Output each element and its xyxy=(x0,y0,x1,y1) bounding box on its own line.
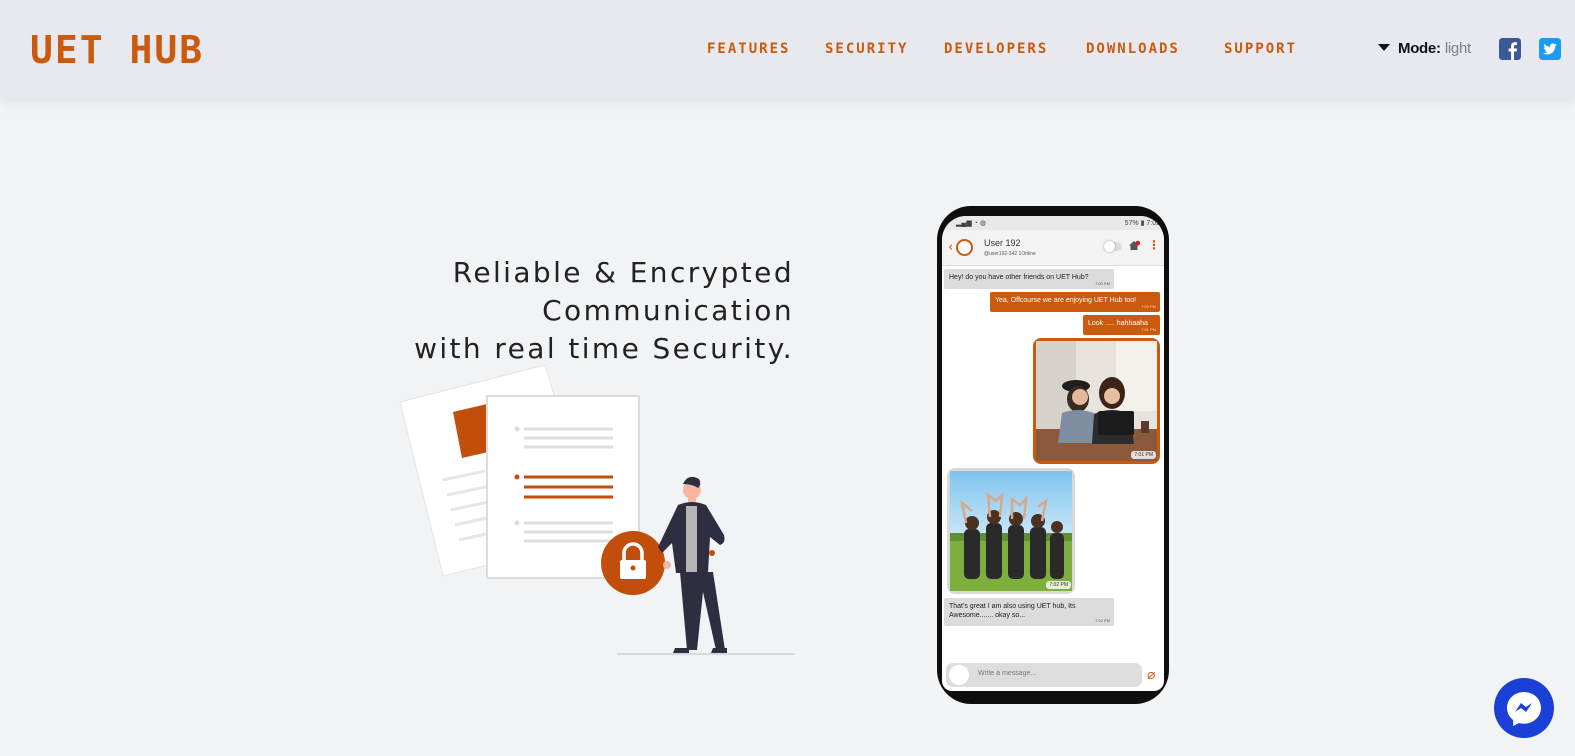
message-composer[interactable]: Write a message... xyxy=(946,663,1142,687)
more-icon[interactable]: ⋮ xyxy=(1148,239,1160,251)
photo-friends-field xyxy=(950,471,1072,591)
mode-value: light xyxy=(1444,40,1471,57)
signal-icon: ▂▄▆ ◔ ◍ xyxy=(956,220,986,227)
message-out: Look ..... hahhaaha 7:01 PM xyxy=(1083,315,1160,335)
microphone-icon[interactable] xyxy=(949,665,969,685)
home-icon[interactable] xyxy=(1128,240,1140,251)
chat-toggle[interactable] xyxy=(1104,241,1122,252)
twitter-icon[interactable] xyxy=(1539,38,1561,60)
person-figure xyxy=(658,476,727,653)
chat-header: ‹ User 192 @user192-342 1Online ⋮ xyxy=(942,230,1164,266)
nav-developers[interactable]: DEVELOPERS xyxy=(944,41,1048,57)
contact-meta: @user192-342 1Online xyxy=(984,251,1036,257)
messenger-icon xyxy=(1507,692,1541,727)
photo-timestamp: 7:02 PM xyxy=(1046,581,1071,589)
message-in: That's great I am also using UET hub, It… xyxy=(944,598,1114,626)
facebook-icon[interactable] xyxy=(1499,38,1521,60)
status-right: 57% ▮ 7:02 xyxy=(1124,220,1160,227)
chat-photo-in[interactable]: 7:02 PM xyxy=(947,468,1075,594)
messenger-chat-button[interactable] xyxy=(1494,678,1554,738)
message-in: Hey! do you have other friends on UET Hu… xyxy=(944,269,1114,289)
nav-downloads[interactable]: DOWNLOADS xyxy=(1086,41,1180,57)
back-arrow-icon[interactable]: ‹ xyxy=(948,240,953,255)
attachment-icon[interactable]: ⌀ xyxy=(1147,667,1155,683)
hero-headline: Reliable & Encrypted Communication with … xyxy=(200,254,794,368)
phone-screen: ▂▄▆ ◔ ◍ 57% ▮ 7:02 ‹ User 192 @user192-3… xyxy=(942,216,1164,691)
site-header: UET HUB FEATURES SECURITY DEVELOPERS DOW… xyxy=(0,0,1575,98)
mode-toggle[interactable]: Mode: light xyxy=(1378,40,1471,57)
composer-placeholder: Write a message... xyxy=(978,670,1037,677)
avatar[interactable] xyxy=(956,239,973,256)
brand-logo[interactable]: UET HUB xyxy=(30,28,204,72)
status-bar: ▂▄▆ ◔ ◍ 57% ▮ 7:02 xyxy=(942,216,1164,230)
nav-support[interactable]: SUPPORT xyxy=(1224,41,1297,57)
lock-icon xyxy=(601,531,665,595)
nav-features[interactable]: FEATURES xyxy=(707,41,790,57)
phone-mockup: ▂▄▆ ◔ ◍ 57% ▮ 7:02 ‹ User 192 @user192-3… xyxy=(937,206,1169,704)
chat-photo-out[interactable]: 7:01 PM xyxy=(1033,338,1160,464)
photo-timestamp: 7:01 PM xyxy=(1131,451,1156,459)
caret-down-icon xyxy=(1378,44,1390,51)
nav-security[interactable]: SECURITY xyxy=(825,41,908,57)
security-illustration xyxy=(399,364,795,655)
contact-name: User 192 xyxy=(984,238,1021,248)
message-out: Yea, Offcourse we are enjoying UET Hub t… xyxy=(990,292,1160,312)
hero-line-1: Reliable & Encrypted Communication xyxy=(452,256,794,327)
photo-friends-laptop xyxy=(1036,341,1157,461)
mode-label: Mode: xyxy=(1398,40,1441,57)
